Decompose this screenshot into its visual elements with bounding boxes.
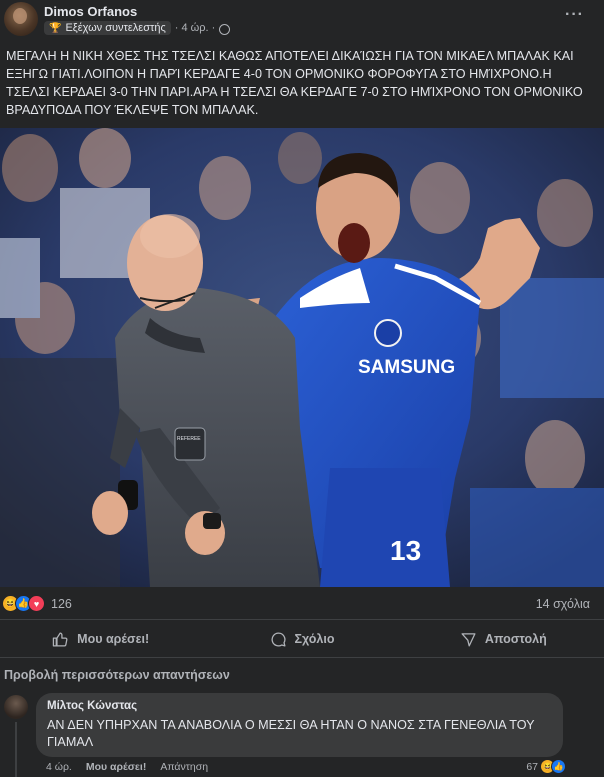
like-label: Μου αρέσει! [77,632,150,646]
share-icon [461,632,476,647]
like-button[interactable]: Μου αρέσει! [0,626,201,652]
post-actions: Μου αρέσει! Σχόλιο Αποστολή [0,626,604,652]
divider [0,657,604,658]
thread-line [15,722,17,777]
photo-illustration: SAMSUNG 13 REFEREE [0,128,604,587]
post-photo[interactable]: SAMSUNG 13 REFEREE [0,128,604,587]
trophy-icon: 🏆 [49,22,62,34]
referee-patch-text: REFEREE [177,436,201,442]
reaction-count: 126 [51,596,72,611]
divider [0,619,604,620]
post-header: Dimos Orfanos 🏆 Εξέχων συντελεστής · 4 ώ… [0,0,604,40]
comment-reactions[interactable]: 67 😆 👍 [526,759,566,774]
more-options-icon[interactable]: ··· [565,6,584,24]
post-time[interactable]: · 4 ώρ. · [175,22,216,34]
commenter-avatar[interactable] [4,695,28,719]
view-more-replies-link[interactable]: Προβολή περισσότερων απαντήσεων [4,668,230,682]
globe-icon [219,23,231,35]
like-icon: 👍 [551,759,566,774]
love-icon: ♥ [28,595,45,612]
comments-count-link[interactable]: 14 σχόλια [536,597,590,611]
comment-bubble: Μίλτος Κώνστας ΑΝ ΔΕΝ ΥΠΗΡΧΑΝ ΤΑ ΑΝΑΒΟΛΙ… [36,693,563,757]
comment-reply-button[interactable]: Απάντηση [160,761,208,773]
comment-like-button[interactable]: Μου αρέσει! [86,761,146,773]
reaction-summary[interactable]: 😆 👍 ♥ 126 [2,595,72,612]
comment-text: ΑΝ ΔΕΝ ΥΠΗΡΧΑΝ ΤΑ ΑΝΑΒΟΛΙΑ Ο ΜΕΣΣΙ ΘΑ ΗΤ… [47,718,535,749]
shirt-sponsor: SAMSUNG [358,357,455,378]
comment-button[interactable]: Σχόλιο [201,626,402,652]
post-text: ΜΕΓΑΛΗ Η ΝΙΚΗ ΧΘΕΣ ΤΗΣ ΤΣΕΛΣΙ ΚΑΘΩΣ ΑΠΟΤ… [6,49,583,117]
comment-time[interactable]: 4 ώρ. [46,761,72,773]
thumbs-up-icon [52,631,68,647]
comment-author[interactable]: Μίλτος Κώνστας [47,700,137,712]
comment-icon [271,631,286,647]
author-avatar[interactable] [4,2,38,36]
badge-label: Εξέχων συντελεστής [65,22,166,34]
author-name[interactable]: Dimos Orfanos [44,4,137,19]
share-label: Αποστολή [484,632,547,646]
top-contributor-badge[interactable]: 🏆 Εξέχων συντελεστής [44,21,171,35]
comment-reaction-count: 67 [526,760,538,773]
comment-label: Σχόλιο [294,632,335,646]
post-meta: 🏆 Εξέχων συντελεστής · 4 ώρ. · [44,21,231,35]
comment-actions: 4 ώρ. Μου αρέσει! Απάντηση [46,761,208,773]
share-button[interactable]: Αποστολή [403,626,604,652]
shirt-number: 13 [390,535,421,566]
